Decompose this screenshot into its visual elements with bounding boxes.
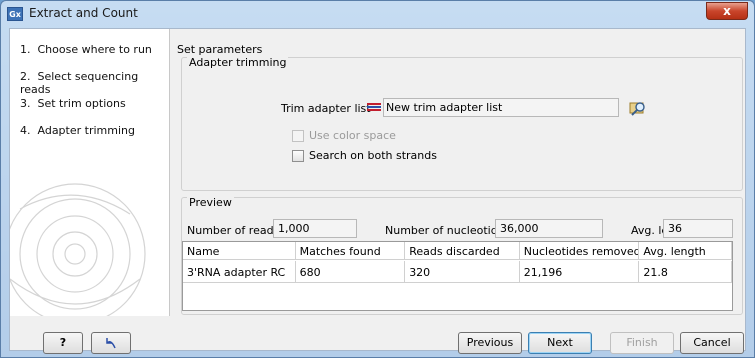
column-header[interactable]: Reads discarded <box>405 242 520 259</box>
step-1: 1. Choose where to run <box>20 43 152 56</box>
step-label: Set trim options <box>37 97 126 110</box>
next-button[interactable]: Next <box>528 332 592 354</box>
table-header: Name Matches found Reads discarded Nucle… <box>183 242 732 260</box>
column-header[interactable]: Nucleotides removed <box>520 242 640 259</box>
step-number: 4. <box>20 124 31 137</box>
decorative-swirl-icon <box>10 183 146 316</box>
number-of-reads-value: 1,000 <box>273 219 357 238</box>
number-of-nucleotides-label: Number of nucleotides <box>385 224 511 237</box>
search-both-strands-option: Search on both strands <box>292 149 437 162</box>
window-title: Extract and Count <box>29 6 138 20</box>
reset-button[interactable] <box>91 332 131 354</box>
trim-adapter-list-field[interactable]: New trim adapter list <box>383 98 619 117</box>
cancel-button[interactable]: Cancel <box>680 332 744 354</box>
step-label: Select sequencing reads <box>20 70 139 96</box>
column-header[interactable]: Avg. length <box>639 242 732 259</box>
results-table: Name Matches found Reads discarded Nucle… <box>182 241 733 311</box>
table-cell: 21,196 <box>520 261 640 282</box>
use-color-space-checkbox[interactable] <box>292 129 304 142</box>
table-cell: 21.8 <box>639 261 732 282</box>
group-label: Preview <box>187 196 234 209</box>
step-4: 4. Adapter trimming <box>20 124 135 137</box>
avg-length-value: 36 <box>663 219 733 238</box>
browse-icon[interactable] <box>629 99 647 117</box>
number-of-nucleotides-value: 36,000 <box>495 219 603 238</box>
wizard-steps-panel: 1. Choose where to run 2. Select sequenc… <box>10 29 170 316</box>
step-number: 2. <box>20 70 31 83</box>
column-header[interactable]: Name <box>183 242 296 259</box>
dialog-body: 1. Choose where to run 2. Select sequenc… <box>9 28 746 354</box>
use-color-space-label: Use color space <box>309 129 396 142</box>
table-cell: 680 <box>296 261 406 282</box>
previous-button[interactable]: Previous <box>458 332 522 354</box>
step-3: 3. Set trim options <box>20 97 126 110</box>
adapter-list-icon <box>367 103 381 114</box>
group-label: Adapter trimming <box>187 56 289 69</box>
table-row[interactable]: 3'RNA adapter RC 680 320 21,196 21.8 <box>183 261 732 283</box>
step-2: 2. Select sequencing reads <box>20 70 169 96</box>
trim-adapter-list-label: Trim adapter list <box>281 102 371 115</box>
reset-icon <box>106 338 116 349</box>
table-cell: 3'RNA adapter RC <box>183 261 296 282</box>
app-icon: Gx <box>7 7 23 21</box>
step-number: 1. <box>20 43 31 56</box>
help-button[interactable]: ? <box>43 332 83 354</box>
step-number: 3. <box>20 97 31 110</box>
adapter-trimming-group: Adapter trimming <box>181 56 743 191</box>
dialog-window: Gx Extract and Count x 1. Choose where t… <box>0 0 755 358</box>
main-panel: Set parameters Adapter trimming Trim ada… <box>177 31 743 316</box>
step-label: Adapter trimming <box>37 124 135 137</box>
search-both-strands-checkbox[interactable] <box>292 149 304 162</box>
number-of-reads-label: Number of reads <box>187 224 280 237</box>
title-bar[interactable]: Gx Extract and Count x <box>1 1 754 27</box>
step-label: Choose where to run <box>37 43 152 56</box>
search-both-strands-label: Search on both strands <box>309 149 437 162</box>
table-cell: 320 <box>405 261 520 282</box>
finish-button[interactable]: Finish <box>610 332 674 354</box>
close-button[interactable]: x <box>706 2 748 20</box>
column-header[interactable]: Matches found <box>296 242 406 259</box>
use-color-space-option: Use color space <box>292 129 396 142</box>
section-title: Set parameters <box>177 43 263 56</box>
